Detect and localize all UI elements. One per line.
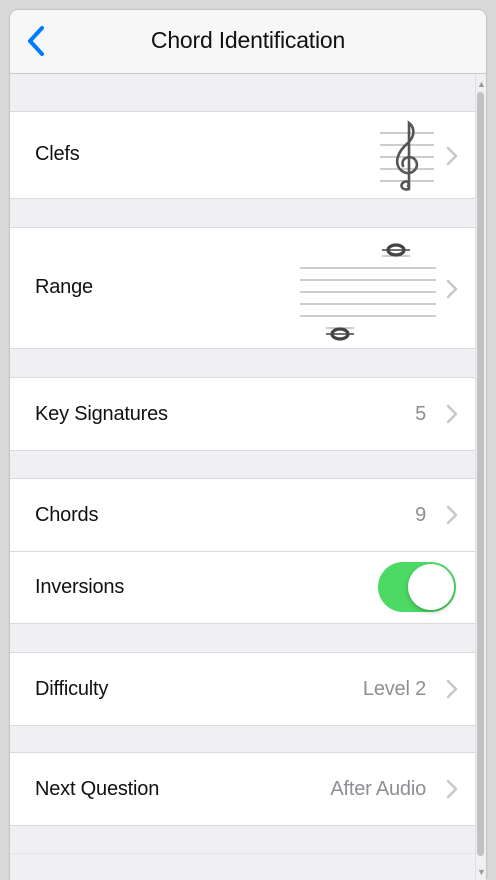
scroll-up-icon[interactable]: ▲: [477, 78, 486, 90]
inversions-label: Inversions: [35, 576, 125, 598]
chevron-right-icon: [446, 779, 458, 799]
range-label: Range: [35, 276, 93, 298]
next-question-label: Next Question: [35, 778, 160, 800]
key-signatures-label: Key Signatures: [35, 403, 168, 425]
scroll-down-icon[interactable]: ▼: [477, 866, 486, 878]
row-difficulty[interactable]: Difficulty Level 2: [10, 653, 476, 725]
row-key-signatures[interactable]: Key Signatures 5: [10, 378, 476, 450]
scroll-thumb[interactable]: [477, 92, 484, 856]
chevron-right-icon: [446, 505, 458, 525]
app-window: Chord Identification Clefs Range Key Sig…: [10, 10, 486, 880]
vertical-scrollbar[interactable]: ▲ ▼: [475, 74, 486, 880]
chevron-right-icon: [446, 404, 458, 424]
row-next-question[interactable]: Next Question After Audio: [10, 753, 476, 825]
bottom-divider: [10, 853, 476, 854]
row-clefs[interactable]: Clefs: [10, 112, 476, 198]
row-chords[interactable]: Chords 9: [10, 479, 476, 551]
key-signatures-value: 5: [415, 403, 426, 425]
toggle-knob: [408, 564, 454, 610]
group-chords: Chords 9 Inversions: [10, 478, 476, 624]
difficulty-label: Difficulty: [35, 678, 109, 700]
group-clefs: Clefs: [10, 111, 476, 199]
chords-value: 9: [415, 504, 426, 526]
row-range[interactable]: Range: [10, 228, 476, 348]
group-range: Range: [10, 227, 476, 349]
navigation-bar: Chord Identification: [10, 10, 486, 74]
page-title: Chord Identification: [150, 27, 346, 53]
treble-clef-icon: [380, 120, 434, 191]
group-next-question: Next Question After Audio: [10, 752, 476, 826]
settings-list: Clefs Range Key Signatures 5 Chords 9 In…: [10, 74, 476, 880]
group-key-signatures: Key Signatures 5: [10, 377, 476, 451]
chords-label: Chords: [35, 504, 99, 526]
clefs-label: Clefs: [35, 143, 80, 165]
chevron-right-icon: [446, 679, 458, 699]
staff-range-icon: [300, 243, 436, 341]
chevron-right-icon: [446, 146, 458, 166]
inversions-toggle[interactable]: [378, 562, 456, 612]
row-inversions: Inversions: [10, 551, 476, 623]
group-difficulty: Difficulty Level 2: [10, 652, 476, 726]
next-question-value: After Audio: [330, 778, 426, 800]
chevron-right-icon: [446, 279, 458, 299]
difficulty-value: Level 2: [362, 678, 426, 700]
